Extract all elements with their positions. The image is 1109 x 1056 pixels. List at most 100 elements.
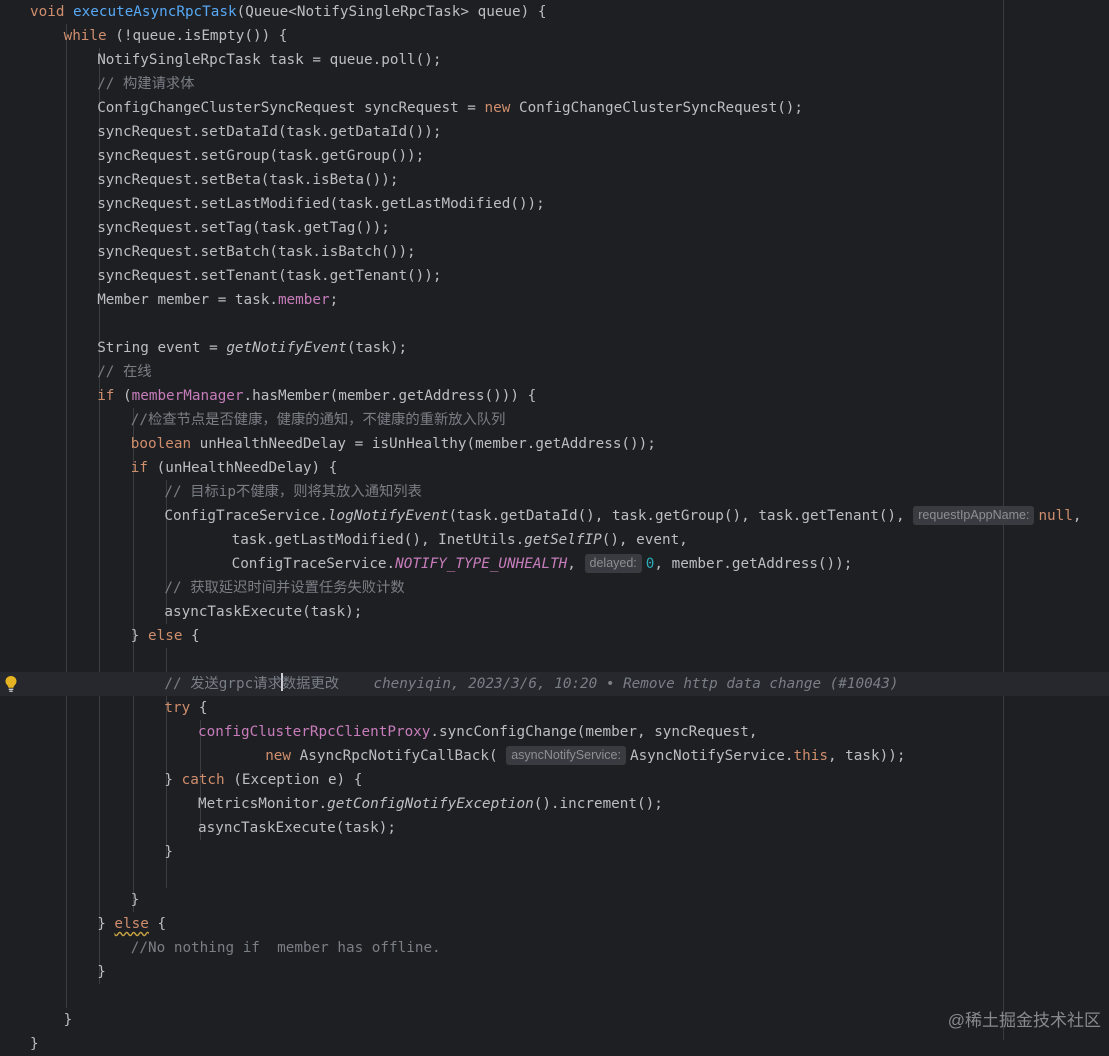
code-token: NotifySingleRpcTask task = queue.poll(); xyxy=(97,52,442,68)
code-line[interactable]: syncRequest.setGroup(task.getGroup()); xyxy=(0,144,1109,168)
code-text: syncRequest.setTenant(task.getTenant()); xyxy=(97,264,441,288)
code-token: syncRequest.setTenant(task.getTenant()); xyxy=(97,268,442,284)
code-text: while (!queue.isEmpty()) { xyxy=(64,24,288,48)
code-text: // 获取延迟时间并设置任务失败计数 xyxy=(164,576,404,600)
code-token: syncRequest.setBeta(task.isBeta()); xyxy=(97,172,399,188)
code-token: } xyxy=(97,964,106,980)
code-token: } xyxy=(63,1012,73,1028)
code-token: //检查节点是否健康，健康的通知，不健康的重新放入队列 xyxy=(130,412,506,428)
code-line[interactable]: asyncTaskExecute(task); xyxy=(0,816,1109,840)
code-line[interactable]: } xyxy=(0,1008,1109,1032)
code-editor[interactable]: void executeAsyncRpcTask(Queue<NotifySin… xyxy=(0,0,1109,1052)
code-token: ConfigChangeClusterSyncRequest syncReque… xyxy=(97,100,485,116)
parameter-hint[interactable]: asyncNotifyService: xyxy=(506,746,626,765)
code-token: (Exception e) { xyxy=(224,772,363,788)
code-line[interactable]: } xyxy=(0,888,1109,912)
code-text: ConfigTraceService.NOTIFY_TYPE_UNHEALTH,… xyxy=(231,552,853,576)
code-line[interactable]: new AsyncRpcNotifyCallBack( asyncNotifyS… xyxy=(0,744,1109,768)
code-token: logNotifyEvent xyxy=(327,508,449,524)
code-text: } xyxy=(97,960,106,984)
code-line[interactable]: ConfigTraceService.logNotifyEvent(task.g… xyxy=(0,504,1109,528)
code-line[interactable]: } xyxy=(0,840,1109,864)
code-line[interactable]: while (!queue.isEmpty()) { xyxy=(0,24,1109,48)
code-token: } xyxy=(130,892,140,908)
code-text: syncRequest.setBatch(task.isBatch()); xyxy=(97,240,415,264)
code-line[interactable]: // 发送grpc请求数据更改 chenyiqin, 2023/3/6, 10:… xyxy=(0,672,1109,696)
code-token: configClusterRpcClientProxy xyxy=(198,724,431,740)
code-text: } else { xyxy=(131,624,200,648)
code-line[interactable]: if (unHealthNeedDelay) { xyxy=(0,456,1109,480)
code-line[interactable]: String event = getNotifyEvent(task); xyxy=(0,336,1109,360)
code-text: } xyxy=(64,1008,73,1032)
code-token: if xyxy=(97,388,115,404)
code-text: task.getLastModified(), InetUtils.getSel… xyxy=(232,528,688,552)
code-token: } xyxy=(30,1036,39,1052)
code-line[interactable]: } xyxy=(0,1032,1109,1056)
code-line[interactable]: syncRequest.setBatch(task.isBatch()); xyxy=(0,240,1109,264)
code-token: syncRequest.setGroup(task.getGroup()); xyxy=(97,148,425,164)
code-line[interactable] xyxy=(0,984,1109,1008)
code-token: (Queue<NotifySingleRpcTask> queue) { xyxy=(236,4,547,20)
code-line[interactable]: configClusterRpcClientProxy.syncConfigCh… xyxy=(0,720,1109,744)
code-token: (!queue.isEmpty()) { xyxy=(106,28,288,44)
code-line[interactable]: MetricsMonitor.getConfigNotifyException(… xyxy=(0,792,1109,816)
code-line[interactable]: syncRequest.setTag(task.getTag()); xyxy=(0,216,1109,240)
code-token: , task)); xyxy=(827,748,906,764)
code-line[interactable]: } xyxy=(0,960,1109,984)
code-line[interactable]: boolean unHealthNeedDelay = isUnHealthy(… xyxy=(0,432,1109,456)
code-line[interactable] xyxy=(0,864,1109,888)
code-line[interactable]: syncRequest.setTenant(task.getTenant()); xyxy=(0,264,1109,288)
code-token: AsyncRpcNotifyCallBack( xyxy=(291,748,507,764)
code-text: //检查节点是否健康，健康的通知，不健康的重新放入队列 xyxy=(131,408,506,432)
code-line[interactable]: // 在线 xyxy=(0,360,1109,384)
code-line[interactable]: asyncTaskExecute(task); xyxy=(0,600,1109,624)
code-text: ConfigChangeClusterSyncRequest syncReque… xyxy=(97,96,803,120)
code-token: asyncTaskExecute(task); xyxy=(164,604,363,620)
code-token: { xyxy=(148,916,167,932)
code-line[interactable]: try { xyxy=(0,696,1109,720)
code-token: syncRequest.setBatch(task.isBatch()); xyxy=(97,244,416,260)
code-line[interactable]: } else { xyxy=(0,912,1109,936)
code-token: member xyxy=(277,292,330,308)
code-line[interactable]: ConfigTraceService.NOTIFY_TYPE_UNHEALTH,… xyxy=(0,552,1109,576)
code-token: Member member = task. xyxy=(97,292,278,308)
code-token: MetricsMonitor. xyxy=(198,796,328,812)
code-token: getSelfIP xyxy=(524,532,602,548)
code-token: ConfigTraceService. xyxy=(164,508,328,524)
code-line[interactable]: syncRequest.setDataId(task.getDataId()); xyxy=(0,120,1109,144)
code-line[interactable]: void executeAsyncRpcTask(Queue<NotifySin… xyxy=(0,0,1109,24)
code-token: AsyncNotifyService. xyxy=(629,748,794,764)
code-token: while xyxy=(63,28,107,44)
code-line[interactable]: if (memberManager.hasMember(member.getAd… xyxy=(0,384,1109,408)
code-line[interactable]: syncRequest.setBeta(task.isBeta()); xyxy=(0,168,1109,192)
code-token: , member.getAddress()); xyxy=(654,556,853,572)
code-line[interactable]: Member member = task.member; xyxy=(0,288,1109,312)
code-line[interactable]: } else { xyxy=(0,624,1109,648)
code-text: syncRequest.setGroup(task.getGroup()); xyxy=(97,144,424,168)
code-token: null xyxy=(1038,508,1073,524)
code-token: ConfigTraceService. xyxy=(231,556,396,572)
code-line[interactable]: syncRequest.setLastModified(task.getLast… xyxy=(0,192,1109,216)
code-line[interactable]: NotifySingleRpcTask task = queue.poll(); xyxy=(0,48,1109,72)
code-text: } xyxy=(30,1032,39,1056)
code-line[interactable]: //检查节点是否健康，健康的通知，不健康的重新放入队列 xyxy=(0,408,1109,432)
lightbulb-icon[interactable] xyxy=(4,675,18,693)
parameter-hint[interactable]: requestIpAppName: xyxy=(913,506,1035,525)
code-line[interactable]: // 获取延迟时间并设置任务失败计数 xyxy=(0,576,1109,600)
code-token: .syncConfigChange(member, syncRequest, xyxy=(430,724,758,740)
code-token: } xyxy=(164,772,182,788)
code-line[interactable] xyxy=(0,648,1109,672)
code-token: try xyxy=(164,700,191,716)
code-line[interactable] xyxy=(0,312,1109,336)
code-line[interactable]: } catch (Exception e) { xyxy=(0,768,1109,792)
code-line[interactable]: // 构建请求体 xyxy=(0,72,1109,96)
code-text: // 发送grpc请求数据更改 chenyiqin, 2023/3/6, 10:… xyxy=(164,672,899,696)
code-line[interactable]: // 目标ip不健康，则将其放入通知列表 xyxy=(0,480,1109,504)
code-line[interactable]: task.getLastModified(), InetUtils.getSel… xyxy=(0,528,1109,552)
code-token: , xyxy=(1072,508,1082,524)
code-line[interactable]: ConfigChangeClusterSyncRequest syncReque… xyxy=(0,96,1109,120)
code-line[interactable]: //No nothing if member has offline. xyxy=(0,936,1109,960)
parameter-hint[interactable]: delayed: xyxy=(584,554,642,573)
code-token: task.getLastModified(), InetUtils. xyxy=(231,532,525,548)
code-text: asyncTaskExecute(task); xyxy=(164,600,362,624)
